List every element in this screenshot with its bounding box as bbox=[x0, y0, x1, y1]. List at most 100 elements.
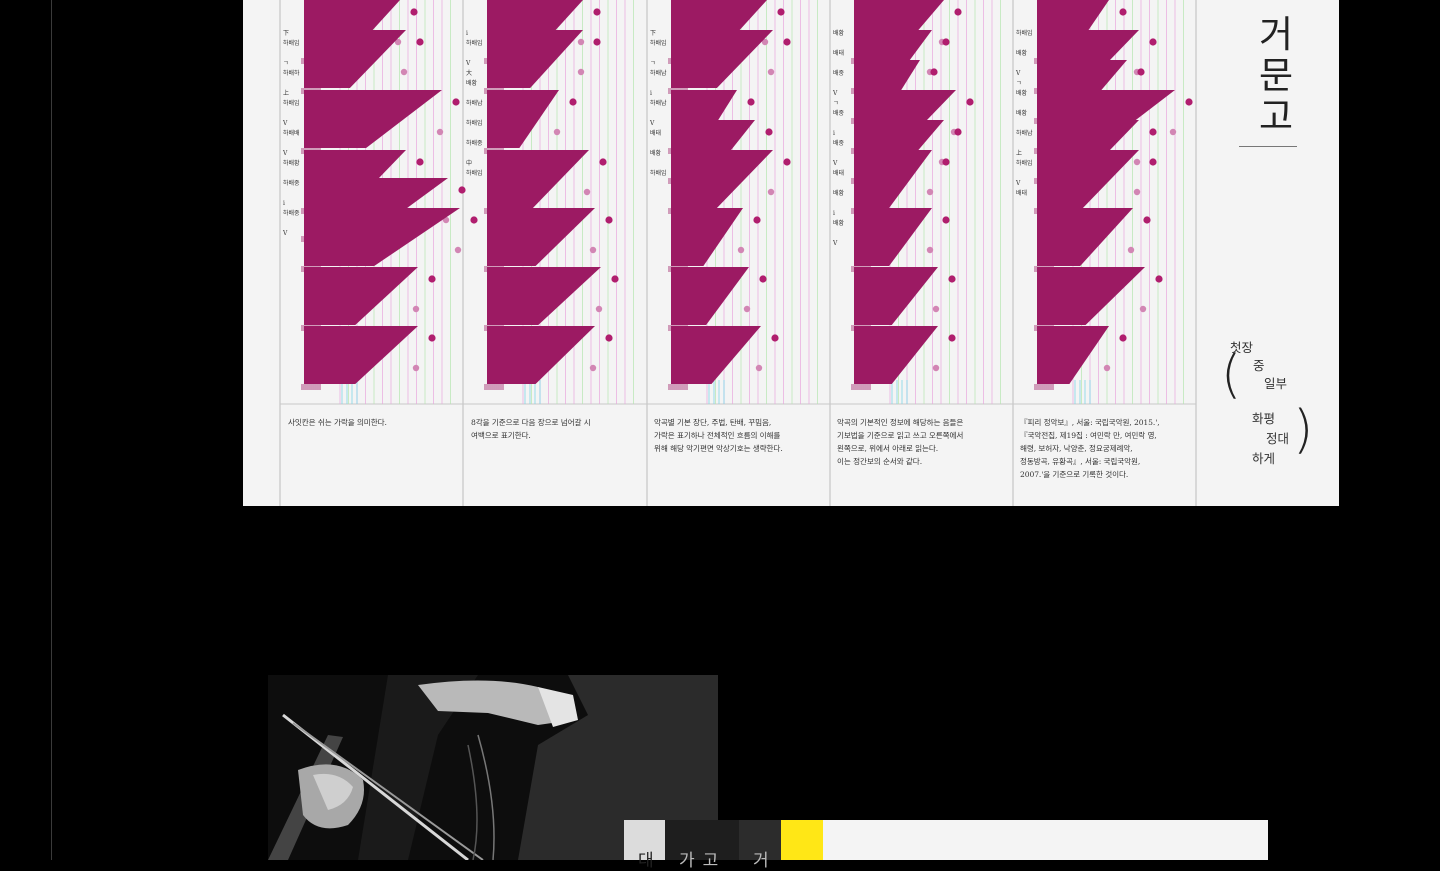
score-label: ㄱ bbox=[650, 60, 656, 67]
subtitle-part-4: 화평 bbox=[1252, 411, 1276, 426]
score-dot bbox=[1185, 98, 1193, 106]
score-label: 上 bbox=[283, 89, 289, 97]
score-dot bbox=[783, 38, 791, 46]
score-dot bbox=[1149, 128, 1157, 136]
score-shape bbox=[487, 326, 595, 384]
tab-2[interactable]: 가고 bbox=[665, 820, 739, 871]
score-dot bbox=[926, 246, 934, 254]
score-shape bbox=[854, 267, 938, 325]
score-label: 배황 bbox=[650, 149, 662, 157]
score-dot bbox=[737, 246, 745, 254]
score-label: i bbox=[650, 90, 652, 97]
score-label: 배중 bbox=[833, 139, 845, 147]
score-label: V bbox=[1015, 180, 1021, 187]
section-tabbar: 대 가고 거 bbox=[624, 820, 1268, 871]
score-label: 하배황 bbox=[283, 159, 300, 167]
score-shape bbox=[671, 267, 749, 325]
score-dot bbox=[954, 8, 962, 16]
score-dot bbox=[767, 68, 775, 76]
score-dot bbox=[1155, 275, 1163, 283]
score-label: 하배임 bbox=[466, 39, 483, 47]
score-label: 배황 bbox=[466, 79, 478, 87]
score-label: 上 bbox=[1016, 149, 1022, 157]
tab-4[interactable] bbox=[781, 820, 823, 860]
tab-1[interactable]: 대 bbox=[624, 820, 665, 871]
score-label: 하배하 bbox=[283, 69, 300, 77]
score-dot bbox=[1139, 305, 1147, 313]
score-dot bbox=[428, 334, 436, 342]
score-label: 배태 bbox=[650, 129, 661, 137]
left-rule bbox=[51, 0, 52, 860]
score-dot bbox=[1133, 158, 1141, 166]
notes-row: 사잇칸은 쉬는 가락을 의미한다. 8각을 기준으로 다음 장으로 넘어갈 시 … bbox=[280, 404, 1196, 506]
score-dot bbox=[755, 364, 763, 372]
score-label: 배태 bbox=[1016, 189, 1027, 197]
score-shape bbox=[304, 267, 418, 325]
score-dot bbox=[605, 334, 613, 342]
note-cell-4: 악곡의 기본적인 정보에 해당하는 음들은 기보법을 기준으로 읽고 쓰고 오른… bbox=[837, 418, 964, 466]
score-label: 하배임 bbox=[466, 169, 483, 177]
score-dot bbox=[948, 334, 956, 342]
score-dot bbox=[1133, 188, 1141, 196]
score-label: 하배남 bbox=[650, 99, 667, 107]
score-label: 배중 bbox=[833, 69, 845, 77]
title-char-3: 고 bbox=[1258, 95, 1294, 138]
score-label: V bbox=[465, 60, 471, 67]
score-label: ㄱ bbox=[1016, 80, 1022, 87]
score-dot bbox=[452, 98, 460, 106]
score-dot bbox=[412, 364, 420, 372]
tab-3[interactable]: 거 bbox=[739, 820, 781, 871]
score-dot bbox=[1149, 38, 1157, 46]
score-dot bbox=[783, 158, 791, 166]
score-label: 하배배 bbox=[283, 129, 300, 137]
score-dot bbox=[1119, 8, 1127, 16]
note-cell-2: 8각을 기준으로 다음 장으로 넘어갈 시 여백으로 표기한다. bbox=[471, 418, 591, 440]
title-divider bbox=[1239, 146, 1297, 147]
score-label: V bbox=[1015, 70, 1021, 77]
score-dot bbox=[595, 305, 603, 313]
score-dot bbox=[926, 188, 934, 196]
score-dot bbox=[948, 275, 956, 283]
score-label: 배황 bbox=[833, 219, 845, 227]
score-dot bbox=[771, 334, 779, 342]
score-dot bbox=[1127, 246, 1135, 254]
score-label: V bbox=[649, 120, 655, 127]
score-dot bbox=[553, 128, 561, 136]
score-dot bbox=[416, 38, 424, 46]
score-dot bbox=[410, 8, 418, 16]
score-shape bbox=[854, 150, 932, 208]
score-dot bbox=[954, 128, 962, 136]
score-dot bbox=[569, 98, 577, 106]
score-label: 하배임 bbox=[650, 39, 667, 47]
score-label: i bbox=[833, 130, 835, 137]
score-label: V bbox=[832, 240, 838, 247]
instrument-title: 거 문 고 bbox=[1251, 14, 1301, 137]
tab-panel bbox=[823, 820, 1268, 860]
score-sheet: 下 하배임 ㄱ 하배하 上 하배임 V 하배배 V 하배황 하배중 i 하배중 Vi 하배임 V 大 배황 하배남 하… bbox=[243, 0, 1339, 506]
score-shape bbox=[304, 208, 460, 266]
score-dot bbox=[753, 216, 761, 224]
score-shape bbox=[1037, 208, 1133, 266]
score-label: 배황 bbox=[1016, 109, 1028, 117]
score-shape bbox=[304, 90, 442, 148]
score-dot bbox=[577, 38, 585, 46]
score-dot bbox=[458, 186, 466, 194]
score-label: 배황 bbox=[833, 29, 845, 37]
subtitle-part-6: 하게 bbox=[1252, 451, 1276, 466]
score-dot bbox=[436, 128, 444, 136]
score-dot bbox=[599, 158, 607, 166]
score-dot bbox=[428, 275, 436, 283]
score-shape bbox=[304, 326, 418, 384]
score-dot bbox=[1119, 334, 1127, 342]
score-dot bbox=[966, 98, 974, 106]
score-dot bbox=[593, 38, 601, 46]
score-shape bbox=[487, 208, 595, 266]
subtitle-part-1: 첫장 bbox=[1230, 340, 1254, 355]
score-label: 하배임 bbox=[283, 99, 300, 107]
score-dot bbox=[400, 68, 408, 76]
score-dot bbox=[589, 246, 597, 254]
score-label: 배중 bbox=[833, 109, 845, 117]
score-shape bbox=[854, 208, 932, 266]
score-label: ㄱ bbox=[283, 60, 289, 67]
score-dot bbox=[583, 188, 591, 196]
